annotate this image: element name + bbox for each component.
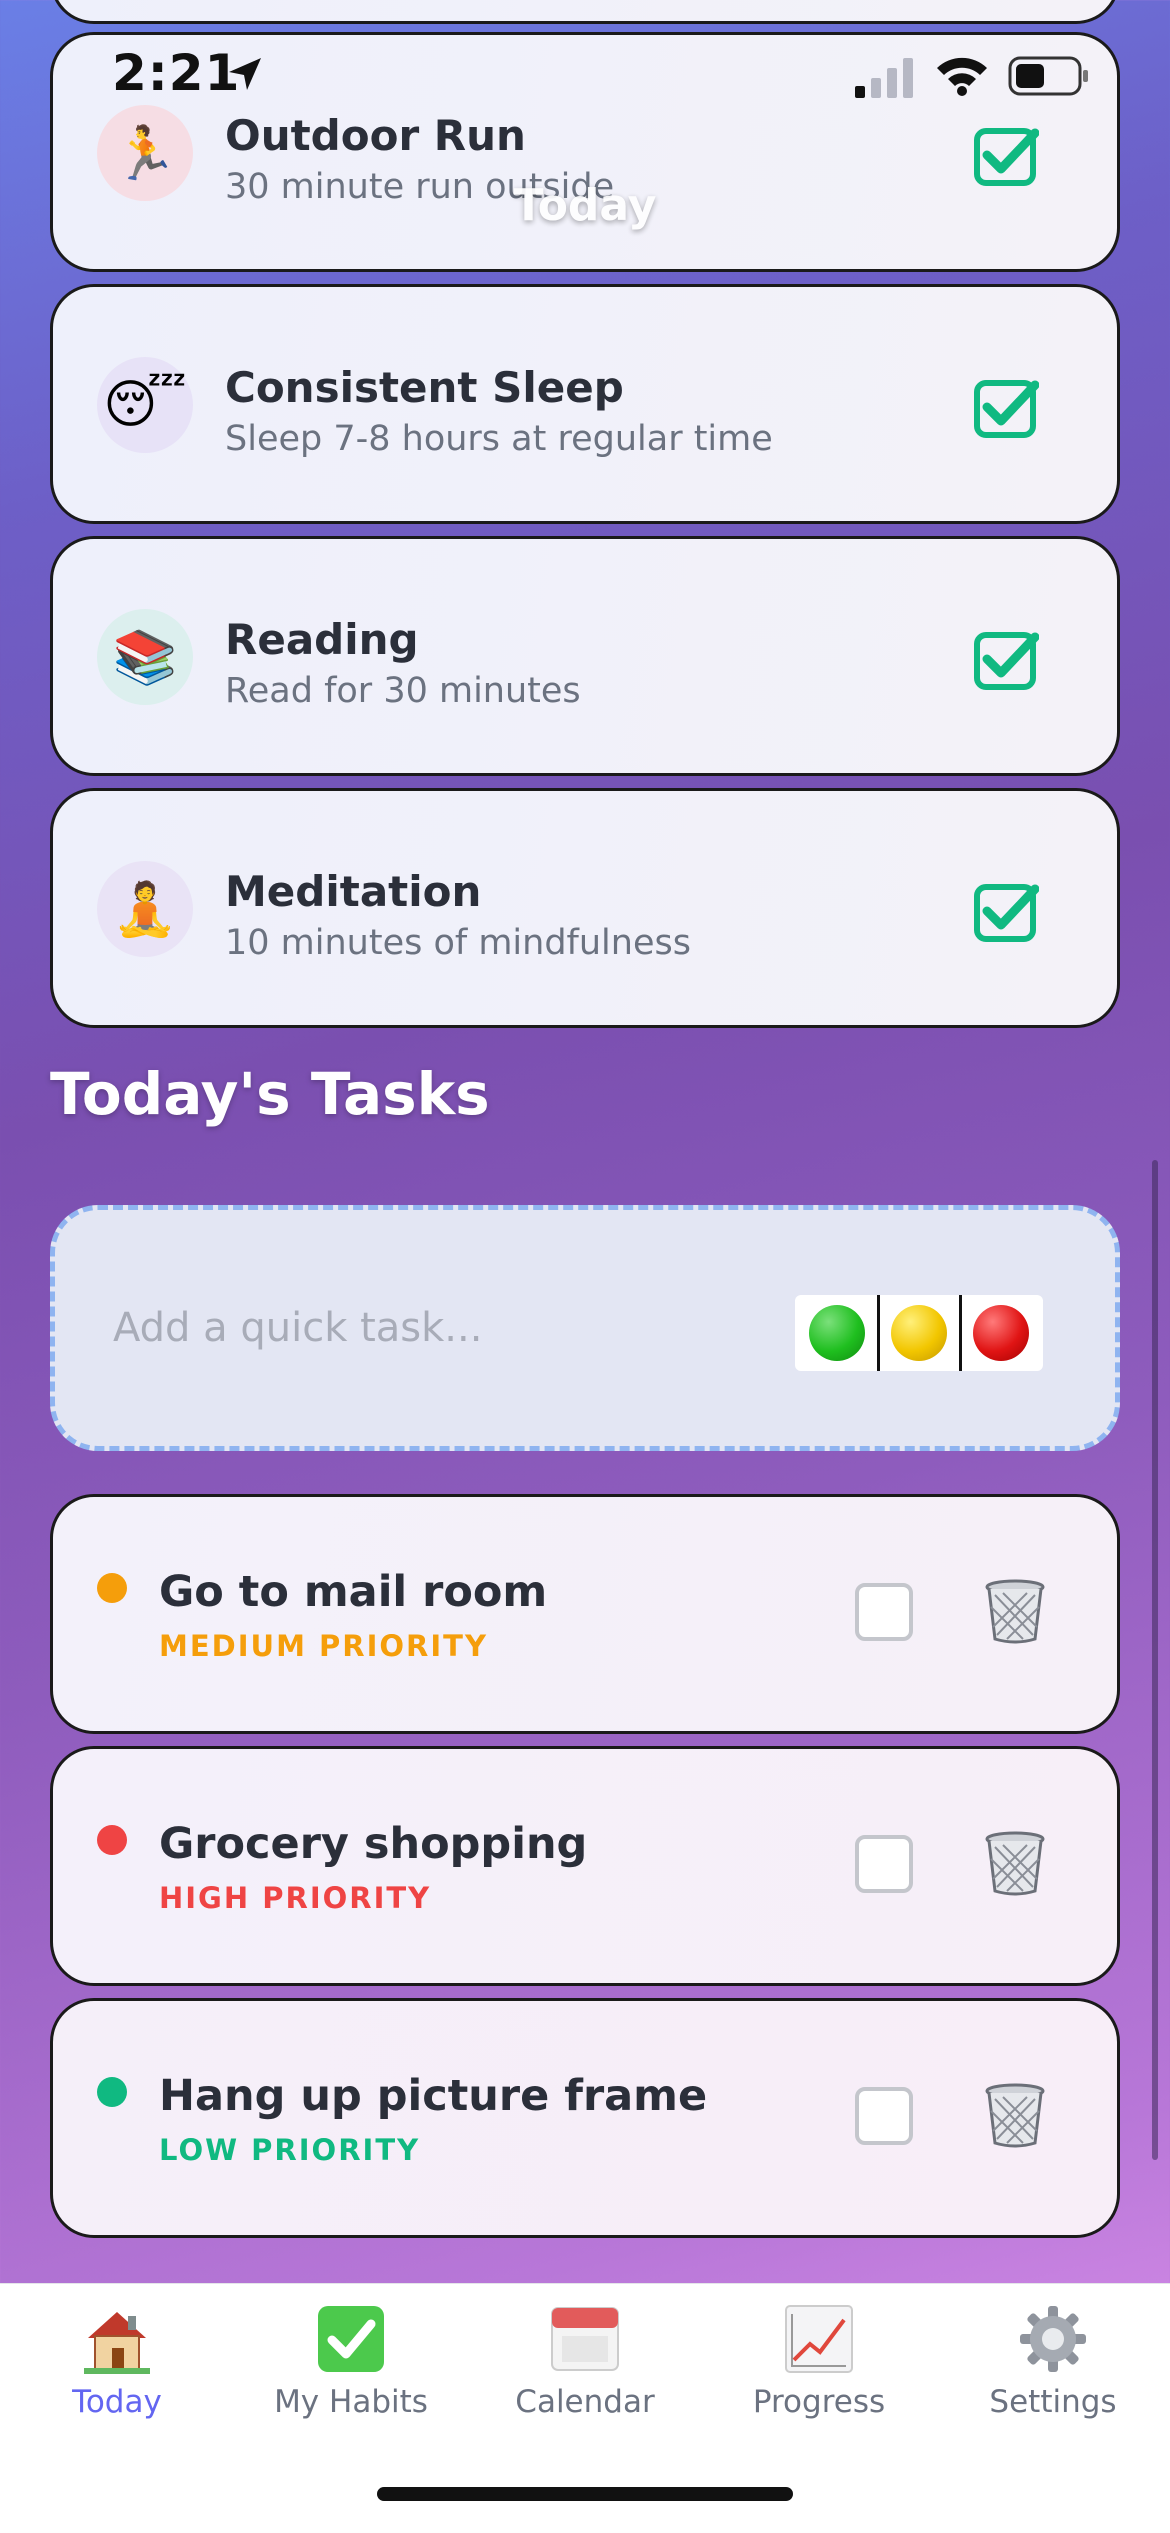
task-priority-label: HIGH PRIORITY [159,1881,432,1915]
books-icon: 📚 [97,609,193,705]
trash-icon[interactable] [983,1831,1047,1897]
divider [877,1295,880,1371]
status-bar: 2:21 [0,0,1170,150]
priority-dot [97,2077,127,2107]
tab-label: Calendar [515,2384,655,2420]
nav-title: Today [513,180,657,231]
habit-card[interactable]: 🧘 Meditation 10 minutes of mindfulness [50,788,1120,1028]
task-checkbox[interactable] [855,1835,913,1893]
habit-subtitle: Read for 30 minutes [225,671,581,711]
sleeping-face-icon: 😴 [97,357,193,453]
habit-subtitle: 10 minutes of mindfulness [225,923,691,963]
task-title: Go to mail room [159,1567,548,1617]
habit-title: Reading [225,615,419,664]
meditation-icon: 🧘 [97,861,193,957]
chart-icon [784,2304,854,2374]
quick-task-input[interactable]: Add a quick task... [113,1305,482,1351]
priority-dot [97,1573,127,1603]
low-priority-button[interactable] [809,1305,865,1361]
tab-label: Today [72,2384,162,2420]
cellular-signal-icon [855,58,913,98]
house-icon [82,2304,152,2374]
tab-settings[interactable]: Settings [936,2304,1170,2434]
task-checkbox[interactable] [855,1583,913,1641]
priority-dot [97,1825,127,1855]
habit-title: Meditation [225,867,482,916]
tab-label: My Habits [274,2384,428,2420]
task-title: Grocery shopping [159,1819,588,1869]
trash-icon[interactable] [983,2083,1047,2149]
high-priority-button[interactable] [973,1305,1029,1361]
priority-selector [795,1295,1043,1371]
tab-calendar[interactable]: Calendar [468,2304,702,2434]
task-priority-label: MEDIUM PRIORITY [159,1629,488,1663]
calendar-icon [550,2304,620,2374]
tab-my-habits[interactable]: My Habits [234,2304,468,2434]
task-card[interactable]: Grocery shopping HIGH PRIORITY [50,1746,1120,1986]
tab-progress[interactable]: Progress [702,2304,936,2434]
status-time: 2:21 [112,44,241,102]
habit-subtitle: Sleep 7-8 hours at regular time [225,419,773,459]
task-priority-label: LOW PRIORITY [159,2133,421,2167]
checkmark-box-icon [316,2304,386,2374]
trash-icon[interactable] [983,1579,1047,1645]
divider [959,1295,962,1371]
scroll-indicator[interactable] [1152,1160,1158,2160]
gear-icon [1018,2304,1088,2374]
tab-label: Settings [989,2384,1117,2420]
task-card[interactable]: Hang up picture frame LOW PRIORITY [50,1998,1120,2238]
task-card[interactable]: Go to mail room MEDIUM PRIORITY [50,1494,1120,1734]
habit-checked-checkbox-icon[interactable] [973,379,1039,439]
habit-checked-checkbox-icon[interactable] [973,883,1039,943]
habit-checked-checkbox-icon[interactable] [973,631,1039,691]
tab-label: Progress [752,2384,886,2420]
task-title: Hang up picture frame [159,2071,708,2121]
habit-card[interactable]: 😴 Consistent Sleep Sleep 7-8 hours at re… [50,284,1120,524]
tab-today[interactable]: Today [0,2304,234,2434]
habit-card[interactable]: 📚 Reading Read for 30 minutes [50,536,1120,776]
battery-icon [1008,56,1088,96]
medium-priority-button[interactable] [891,1305,947,1361]
task-checkbox[interactable] [855,2087,913,2145]
home-indicator[interactable] [377,2487,793,2501]
wifi-icon [937,57,987,96]
section-title: Today's Tasks [50,1060,490,1128]
quick-task-box: Add a quick task... [50,1205,1120,1451]
habit-title: Consistent Sleep [225,363,624,412]
location-arrow-icon [229,58,261,90]
